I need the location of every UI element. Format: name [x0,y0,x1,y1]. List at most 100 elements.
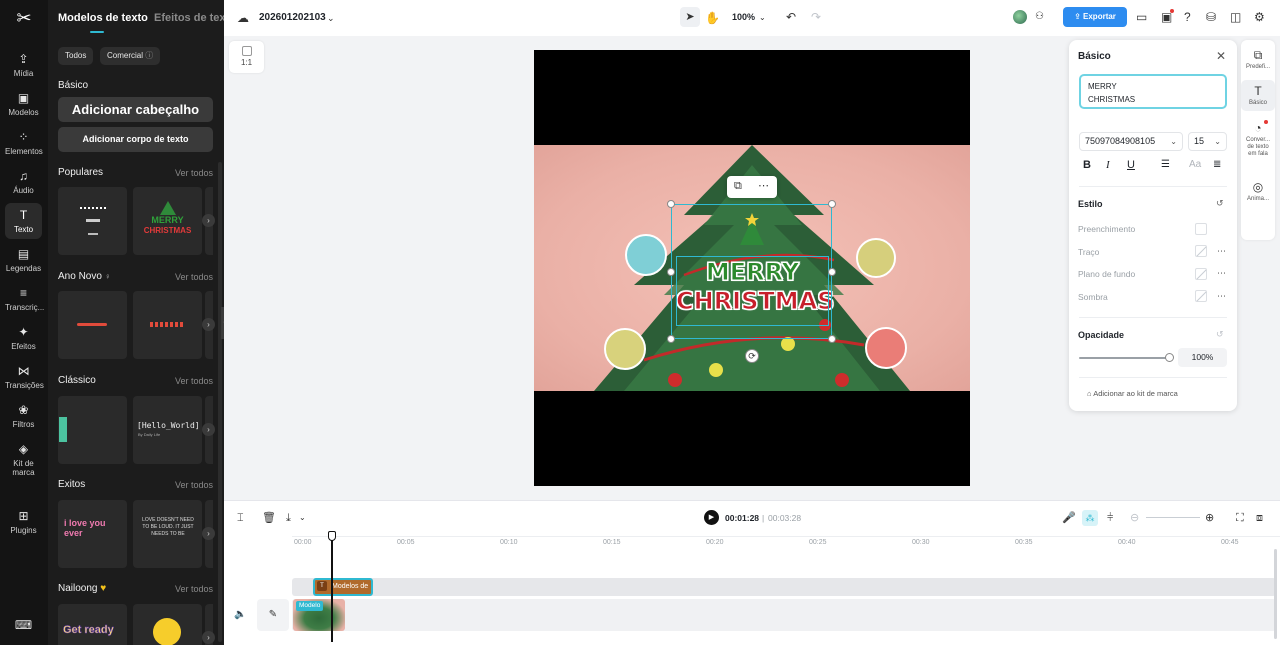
settings-icon[interactable]: ⚙ [1254,10,1265,24]
zoom-in-icon[interactable]: ⊕ [1205,512,1214,524]
background-swatch[interactable] [1195,268,1207,280]
template-thumb[interactable] [133,291,202,359]
see-all-classic-link[interactable]: Ver todos [175,376,213,386]
rail-item-text[interactable]: T Texto [5,203,42,239]
notifications-icon[interactable]: ▣ [1161,9,1174,24]
resize-handle[interactable] [828,200,836,208]
resize-handle[interactable] [667,335,675,343]
font-family-select[interactable]: 75097084908105 ⌄ [1079,132,1183,151]
rail-item-text-to-speech[interactable]: ◔ Conver... de texto em fala [1241,120,1275,158]
more-icon[interactable]: ⋯ [1217,292,1226,301]
reset-icon[interactable]: ↺ [1216,329,1224,340]
split-view-icon[interactable]: ⫩ [1107,512,1113,524]
rail-item-brand-kit[interactable]: ◈ Kit de marca [5,442,42,477]
see-all-nailoong-link[interactable]: Ver todos [175,584,213,594]
undo-icon[interactable]: ↶ [786,10,796,24]
timeline-zoom-slider[interactable] [1146,517,1200,518]
avatar[interactable] [1013,10,1027,24]
rotate-handle[interactable]: ⟳ [745,349,759,363]
more-icon[interactable]: ⋯ [758,179,769,192]
resize-handle[interactable] [667,200,675,208]
rail-item-basic[interactable]: T Básico [1241,80,1275,111]
panel-scrollbar[interactable] [218,162,222,642]
shadow-swatch[interactable] [1195,290,1207,302]
line-spacing-icon[interactable]: ≣ [1213,158,1221,172]
tab-text-effects[interactable]: Efeitos de texto [154,12,224,24]
fill-swatch[interactable] [1195,223,1207,235]
filter-chip-all[interactable]: Todos [58,47,94,65]
resize-handle[interactable] [828,268,836,276]
zoom-out-icon[interactable]: ⊖ [1130,512,1139,524]
select-tool-icon[interactable]: ➤ [680,7,700,27]
underline-icon[interactable]: U [1127,158,1135,172]
template-thumb-love-quote[interactable]: LOVE DOESN'T NEED TO BE LOUD. IT JUST NE… [133,500,202,568]
rail-item-captions[interactable]: ▤ Legendas [5,247,42,273]
template-thumb-get-ready[interactable]: Get ready [58,604,127,645]
text-case-icon[interactable]: Aa [1189,158,1201,172]
rail-item-plugins[interactable]: ⊞ Plugins [5,509,42,535]
zoom-level[interactable]: 100% [732,12,755,22]
carousel-next-button[interactable]: › [202,423,215,436]
present-icon[interactable]: ▭ [1136,10,1147,24]
chevron-down-icon[interactable]: ⌄ [327,11,335,25]
timeline-scrollbar[interactable] [1274,549,1277,639]
rail-item-transitions[interactable]: ⋈ Transições [5,364,44,390]
italic-icon[interactable]: I [1106,158,1110,172]
rail-item-filters[interactable]: ❀ Filtros [5,403,42,429]
stroke-swatch[interactable] [1195,245,1207,257]
keyboard-shortcuts-button[interactable]: ⌨ [5,618,42,635]
see-all-popular-link[interactable]: Ver todos [175,168,213,178]
redo-icon[interactable]: ↷ [811,10,821,24]
bold-icon[interactable]: B [1083,158,1091,172]
rail-item-media[interactable]: ⇪ Mídia [5,52,42,78]
capcut-logo-icon[interactable]: ✂ [14,8,34,28]
help-icon[interactable]: ? [1184,10,1191,24]
download-icon[interactable]: ⤓ [286,512,291,524]
export-button[interactable]: ⇪ Exportar [1063,7,1127,27]
chevron-down-icon[interactable]: ⌄ [759,11,766,25]
template-thumb[interactable] [58,396,127,464]
fit-icon[interactable]: ⛶ [1236,512,1244,524]
opacity-slider[interactable] [1079,357,1171,359]
fullscreen-icon[interactable]: ⧈ [1256,512,1263,524]
playhead-handle[interactable] [328,531,336,541]
opacity-slider-knob[interactable] [1165,353,1174,362]
text-clip[interactable]: T Modelos de [313,578,373,596]
resize-handle[interactable] [667,268,675,276]
split-icon[interactable]: ⌶ [237,512,244,524]
carousel-next-button[interactable]: › [202,631,215,644]
aspect-ratio-button[interactable]: 1:1 [229,41,264,73]
rail-item-transcription[interactable]: ≡ Transcriç... [5,286,44,312]
close-icon[interactable]: ✕ [1216,50,1226,62]
project-name[interactable]: 202601202103 [259,12,326,23]
align-icon[interactable]: ☰ [1161,158,1170,172]
rail-item-audio[interactable]: ♫ Áudio [5,169,42,195]
time-ruler[interactable] [292,536,1280,537]
filter-chip-commercial[interactable]: Comercial ⓘ [100,47,161,65]
text-content-input[interactable]: MERRY CHRISTMAS [1079,74,1227,109]
layout-icon[interactable]: ◫ [1230,10,1241,24]
template-thumb-merry-christmas[interactable]: MERRY CHRISTMAS [133,187,202,255]
carousel-next-button[interactable]: › [202,527,215,540]
delete-icon[interactable]: 🗑 [262,512,276,524]
tab-text-templates[interactable]: Modelos de texto [58,12,148,24]
opacity-input[interactable]: 100% [1178,348,1227,367]
see-all-hits-link[interactable]: Ver todos [175,480,213,490]
rail-item-presets[interactable]: ⧉ Predefi... [1241,46,1275,71]
volume-icon[interactable]: 🔈 [234,609,246,620]
more-icon[interactable]: ⋯ [1217,247,1226,256]
font-size-select[interactable]: 15 ⌄ [1188,132,1227,151]
template-thumb-hello-world[interactable]: [Hello_World] By Daily Life [133,396,202,464]
cloud-icon[interactable]: ☁ [237,11,249,25]
playhead[interactable] [331,534,333,642]
rail-item-effects[interactable]: ✦ Efeitos [5,325,42,351]
duplicate-icon[interactable]: ⧉ [734,180,742,193]
microphone-icon[interactable]: 🎤 [1062,512,1076,524]
video-clip[interactable]: Modelo [293,599,345,631]
add-to-brand-kit-button[interactable]: ⌂ Adicionar ao kit de marca [1087,389,1178,398]
video-track[interactable] [292,599,1276,631]
more-icon[interactable]: ⋯ [1217,269,1226,278]
text-track[interactable] [292,578,1276,596]
auto-snap-icon[interactable]: ⁂ [1082,510,1098,526]
reset-icon[interactable]: ↺ [1216,198,1224,209]
